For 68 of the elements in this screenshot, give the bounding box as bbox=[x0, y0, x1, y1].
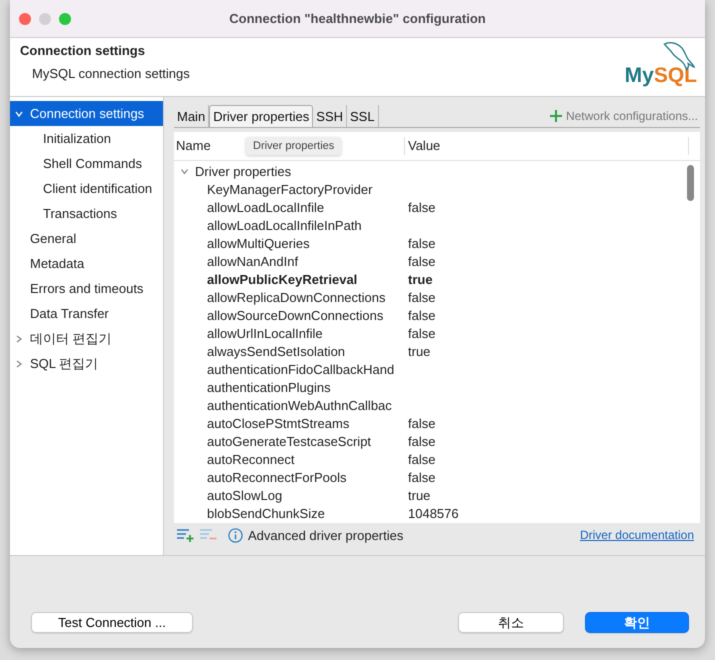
ok-button[interactable]: 확인 bbox=[585, 612, 689, 633]
property-value: true bbox=[407, 488, 430, 502]
sidebar-item[interactable]: Client identification bbox=[10, 176, 163, 201]
property-value: false bbox=[407, 200, 436, 214]
property-name: blobSendChunkSize bbox=[206, 506, 326, 520]
property-name: authenticationWebAuthnCallbac bbox=[206, 398, 393, 412]
group-label[interactable]: Driver properties bbox=[195, 164, 292, 178]
sidebar-item[interactable]: Errors and timeouts bbox=[10, 276, 163, 301]
property-name: autoGenerateTestcaseScript bbox=[206, 434, 372, 448]
network-configurations-button[interactable]: Network configurations... bbox=[550, 109, 700, 127]
scrollbar-thumb[interactable] bbox=[687, 165, 694, 201]
close-button[interactable] bbox=[19, 12, 31, 24]
tab[interactable]: SSH bbox=[313, 105, 348, 127]
property-value: true bbox=[407, 272, 433, 286]
property-value: 1048576 bbox=[407, 506, 459, 520]
sidebar-item[interactable]: 데이터 편집기 bbox=[10, 326, 163, 351]
property-value: false bbox=[407, 236, 436, 250]
page-subtitle: MySQL connection settings bbox=[31, 66, 190, 81]
property-value: true bbox=[407, 344, 430, 358]
sidebar-item[interactable]: Metadata bbox=[10, 251, 163, 276]
chevron-icon[interactable] bbox=[14, 334, 24, 344]
property-name: allowPublicKeyRetrieval bbox=[206, 272, 358, 286]
sidebar-item[interactable]: SQL 편집기 bbox=[10, 351, 163, 376]
property-name: autoReconnect bbox=[206, 452, 296, 466]
sidebar-item[interactable]: Data Transfer bbox=[10, 301, 163, 326]
sidebar-item[interactable]: Shell Commands bbox=[10, 151, 163, 176]
property-name: authenticationFidoCallbackHand bbox=[206, 362, 396, 376]
property-name: KeyManagerFactoryProvider bbox=[206, 182, 374, 196]
property-name: authenticationPlugins bbox=[206, 380, 332, 394]
chevron-icon[interactable] bbox=[14, 358, 24, 368]
column-header[interactable]: Value bbox=[405, 137, 689, 155]
tab[interactable]: Driver properties bbox=[209, 105, 314, 127]
mysql-logo: MySQL bbox=[624, 38, 697, 96]
property-value: false bbox=[407, 326, 436, 340]
zoom-button[interactable] bbox=[59, 12, 71, 24]
page-title: Connection settings bbox=[20, 43, 146, 58]
property-value: false bbox=[407, 416, 436, 430]
property-name: allowMultiQueries bbox=[206, 236, 311, 250]
sidebar-item[interactable]: Connection settings bbox=[10, 101, 163, 126]
property-name: autoSlowLog bbox=[206, 488, 284, 502]
property-name: autoClosePStmtStreams bbox=[206, 416, 350, 430]
property-value: false bbox=[407, 452, 436, 466]
property-value: false bbox=[407, 434, 436, 448]
property-name: allowLoadLocalInfile bbox=[206, 200, 326, 214]
property-name: autoReconnectForPools bbox=[206, 470, 348, 484]
test-connection-button[interactable]: Test Connection ... bbox=[31, 612, 193, 633]
sidebar-item[interactable]: Transactions bbox=[10, 201, 163, 226]
plus-icon bbox=[550, 110, 562, 122]
advanced-properties-label: Advanced driver properties bbox=[248, 528, 404, 542]
property-name: allowLoadLocalInfileInPath bbox=[206, 218, 363, 232]
tab[interactable]: SSL bbox=[347, 105, 379, 127]
sidebar-item[interactable]: General bbox=[10, 226, 163, 251]
property-name: allowUrlInLocalInfile bbox=[206, 326, 324, 340]
property-name: allowNanAndInf bbox=[206, 254, 300, 268]
property-name: allowReplicaDownConnections bbox=[206, 290, 386, 304]
property-name: alwaysSendSetIsolation bbox=[206, 344, 346, 358]
property-value: false bbox=[407, 254, 436, 268]
tooltip: Driver properties bbox=[246, 137, 342, 155]
property-value: false bbox=[407, 470, 436, 484]
property-name: allowSourceDownConnections bbox=[206, 308, 384, 322]
property-value: false bbox=[407, 290, 436, 304]
sidebar-item[interactable]: Initialization bbox=[10, 126, 163, 151]
info-icon bbox=[228, 528, 243, 542]
driver-documentation-link[interactable]: Driver documentation bbox=[580, 528, 694, 542]
property-value: false bbox=[407, 308, 436, 322]
add-property-icon[interactable] bbox=[176, 528, 194, 542]
window-title: Connection "healthnewbie" configuration bbox=[229, 11, 486, 26]
cancel-button[interactable]: 취소 bbox=[458, 612, 564, 633]
